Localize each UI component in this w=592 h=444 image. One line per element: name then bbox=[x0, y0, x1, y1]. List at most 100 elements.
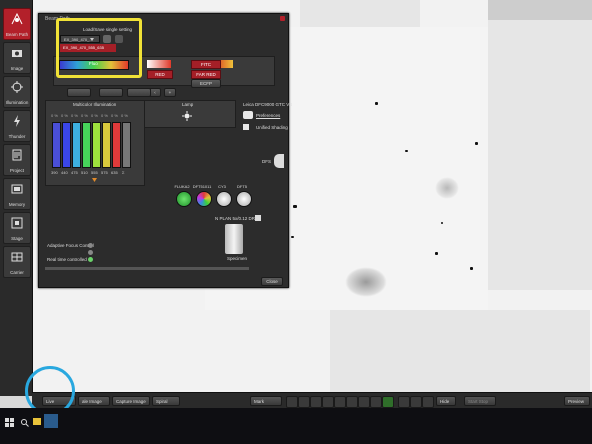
channel-level-label: 0 % bbox=[61, 113, 68, 118]
left-item-label: Image bbox=[10, 66, 24, 71]
ecfp-filter-button[interactable]: ECFP bbox=[191, 79, 221, 88]
channel-slider-555[interactable] bbox=[92, 122, 101, 168]
objective-dropdown-icon[interactable] bbox=[255, 215, 261, 221]
close-button[interactable]: Close bbox=[261, 277, 283, 286]
add-setting-button[interactable]: + bbox=[164, 88, 176, 97]
background-tile bbox=[330, 310, 590, 392]
preview-button[interactable]: Preview bbox=[564, 396, 590, 406]
illumination-icon bbox=[11, 81, 23, 93]
dfs-round-button[interactable] bbox=[274, 154, 284, 168]
debris-spot bbox=[470, 267, 473, 270]
horizontal-scrollbar[interactable] bbox=[45, 267, 249, 270]
adaptive-focus-indicator bbox=[88, 243, 93, 248]
channel-slider-475[interactable] bbox=[72, 122, 81, 168]
channel-wavelength-label: 475 bbox=[71, 170, 78, 175]
channel-wavelength-label: Σ bbox=[122, 170, 125, 175]
left-item-label: Memory bbox=[8, 202, 26, 207]
add-mark-icon[interactable] bbox=[298, 396, 310, 408]
channel-level-label: 0 % bbox=[81, 113, 88, 118]
cube-dft51011-button[interactable] bbox=[196, 191, 212, 207]
camera-settings-icon[interactable] bbox=[243, 111, 253, 119]
windows-start-icon[interactable] bbox=[5, 418, 14, 427]
capture-image-button[interactable]: Capture Image bbox=[112, 396, 150, 406]
far-red-filter-button[interactable]: FAR RED bbox=[191, 70, 221, 79]
left-item-stage[interactable]: Stage bbox=[3, 212, 31, 244]
check-icon[interactable] bbox=[398, 396, 410, 408]
camera-name: Leica DFC9000 GTC VS bbox=[243, 102, 293, 107]
left-item-image[interactable]: Image bbox=[3, 42, 31, 74]
dfs-label: DFS bbox=[262, 159, 271, 164]
objective-image[interactable] bbox=[225, 224, 243, 254]
background-tile bbox=[488, 20, 592, 290]
debris-spot bbox=[293, 205, 297, 208]
debris-spot bbox=[405, 150, 408, 152]
highlight-annotation-box bbox=[56, 18, 142, 78]
square-tool-icon[interactable] bbox=[358, 396, 370, 408]
active-tool-icon[interactable] bbox=[382, 396, 394, 408]
left-toolbar: Beam Path Image Illumination Thunder Pro… bbox=[0, 0, 33, 396]
beam-path-icon bbox=[11, 13, 23, 25]
polygon-tool-icon[interactable] bbox=[310, 396, 322, 408]
debris-spot bbox=[475, 142, 478, 145]
capture-label-button[interactable]: ale Image bbox=[78, 396, 110, 406]
channel-wavelength-label: 510 bbox=[81, 170, 88, 175]
channel-slider-440[interactable] bbox=[62, 122, 71, 168]
preferences-link[interactable]: Preferences bbox=[256, 113, 280, 118]
debris-spot bbox=[291, 236, 294, 238]
spiral-button[interactable]: Spiral bbox=[152, 396, 180, 406]
left-item-label: Stage bbox=[11, 236, 23, 241]
left-item-label: Thunder bbox=[8, 134, 26, 139]
channel-slider-sum[interactable] bbox=[122, 122, 131, 168]
hide-button[interactable]: Hide bbox=[436, 396, 456, 406]
filter-preset-1-button[interactable] bbox=[67, 88, 91, 97]
realtime-indicator bbox=[88, 257, 93, 262]
left-item-label: Illumination bbox=[5, 100, 29, 105]
fitc-filter-button[interactable]: FITC bbox=[191, 60, 221, 69]
ellipse-tool-icon[interactable] bbox=[346, 396, 358, 408]
objective-name: N PLAN 5x/0.12 DRY bbox=[215, 216, 258, 221]
channel-slider-390[interactable] bbox=[52, 122, 61, 168]
cube-label: DFT5 bbox=[237, 184, 247, 189]
left-item-label: Beam Path bbox=[5, 32, 29, 37]
cube-dft5-button[interactable] bbox=[236, 191, 252, 207]
left-item-beam-path[interactable]: Beam Path bbox=[3, 8, 31, 40]
left-item-illumination[interactable]: Illumination bbox=[3, 76, 31, 108]
left-item-memory[interactable]: Memory bbox=[3, 178, 31, 210]
cube-cy3-button[interactable] bbox=[216, 191, 232, 207]
channel-wavelength-label: 555 bbox=[91, 170, 98, 175]
channel-slider-510[interactable] bbox=[82, 122, 91, 168]
file-explorer-icon[interactable] bbox=[33, 418, 41, 425]
debris-spot bbox=[441, 222, 443, 224]
search-icon[interactable] bbox=[20, 418, 29, 427]
thunder-icon bbox=[14, 115, 20, 127]
trash-icon[interactable] bbox=[422, 396, 434, 408]
cube-fluka2-button[interactable] bbox=[176, 191, 192, 207]
app-taskbar-icon[interactable] bbox=[44, 414, 58, 428]
channel-slider-575[interactable] bbox=[102, 122, 111, 168]
channel-level-label: 0 % bbox=[111, 113, 118, 118]
filter-preset-3-button[interactable] bbox=[127, 88, 151, 97]
rectangle-tool-icon[interactable] bbox=[334, 396, 346, 408]
line-tool-icon[interactable] bbox=[370, 396, 382, 408]
left-item-thunder[interactable]: Thunder bbox=[3, 110, 31, 142]
bottom-toolbar: Live ale Image Capture Image Spiral Mark… bbox=[32, 392, 592, 409]
channel-slider-635[interactable] bbox=[112, 122, 121, 168]
close-icon[interactable] bbox=[280, 16, 285, 21]
left-item-project[interactable]: Project bbox=[3, 144, 31, 176]
red-filter-button[interactable]: RED bbox=[147, 70, 173, 79]
undo-icon[interactable] bbox=[410, 396, 422, 408]
left-item-label: Carrier bbox=[10, 270, 24, 275]
realtime-label: Real time controlled bbox=[47, 257, 87, 262]
circle-tool-icon[interactable] bbox=[322, 396, 334, 408]
mark-button[interactable]: Mark bbox=[250, 396, 282, 406]
draw-tool-icon[interactable] bbox=[286, 396, 298, 408]
channel-level-label: 0 % bbox=[71, 113, 78, 118]
lamp-icon bbox=[182, 111, 192, 121]
left-item-carrier[interactable]: Carrier bbox=[3, 246, 31, 278]
left-item-label: Project bbox=[9, 168, 24, 173]
start-stop-button[interactable]: Start Stop bbox=[464, 396, 496, 406]
unified-shading-checkbox[interactable] bbox=[243, 124, 249, 130]
channel-wavelength-label: 575 bbox=[101, 170, 108, 175]
channel-level-label: 0 % bbox=[121, 113, 128, 118]
filter-preset-2-button[interactable] bbox=[99, 88, 123, 97]
